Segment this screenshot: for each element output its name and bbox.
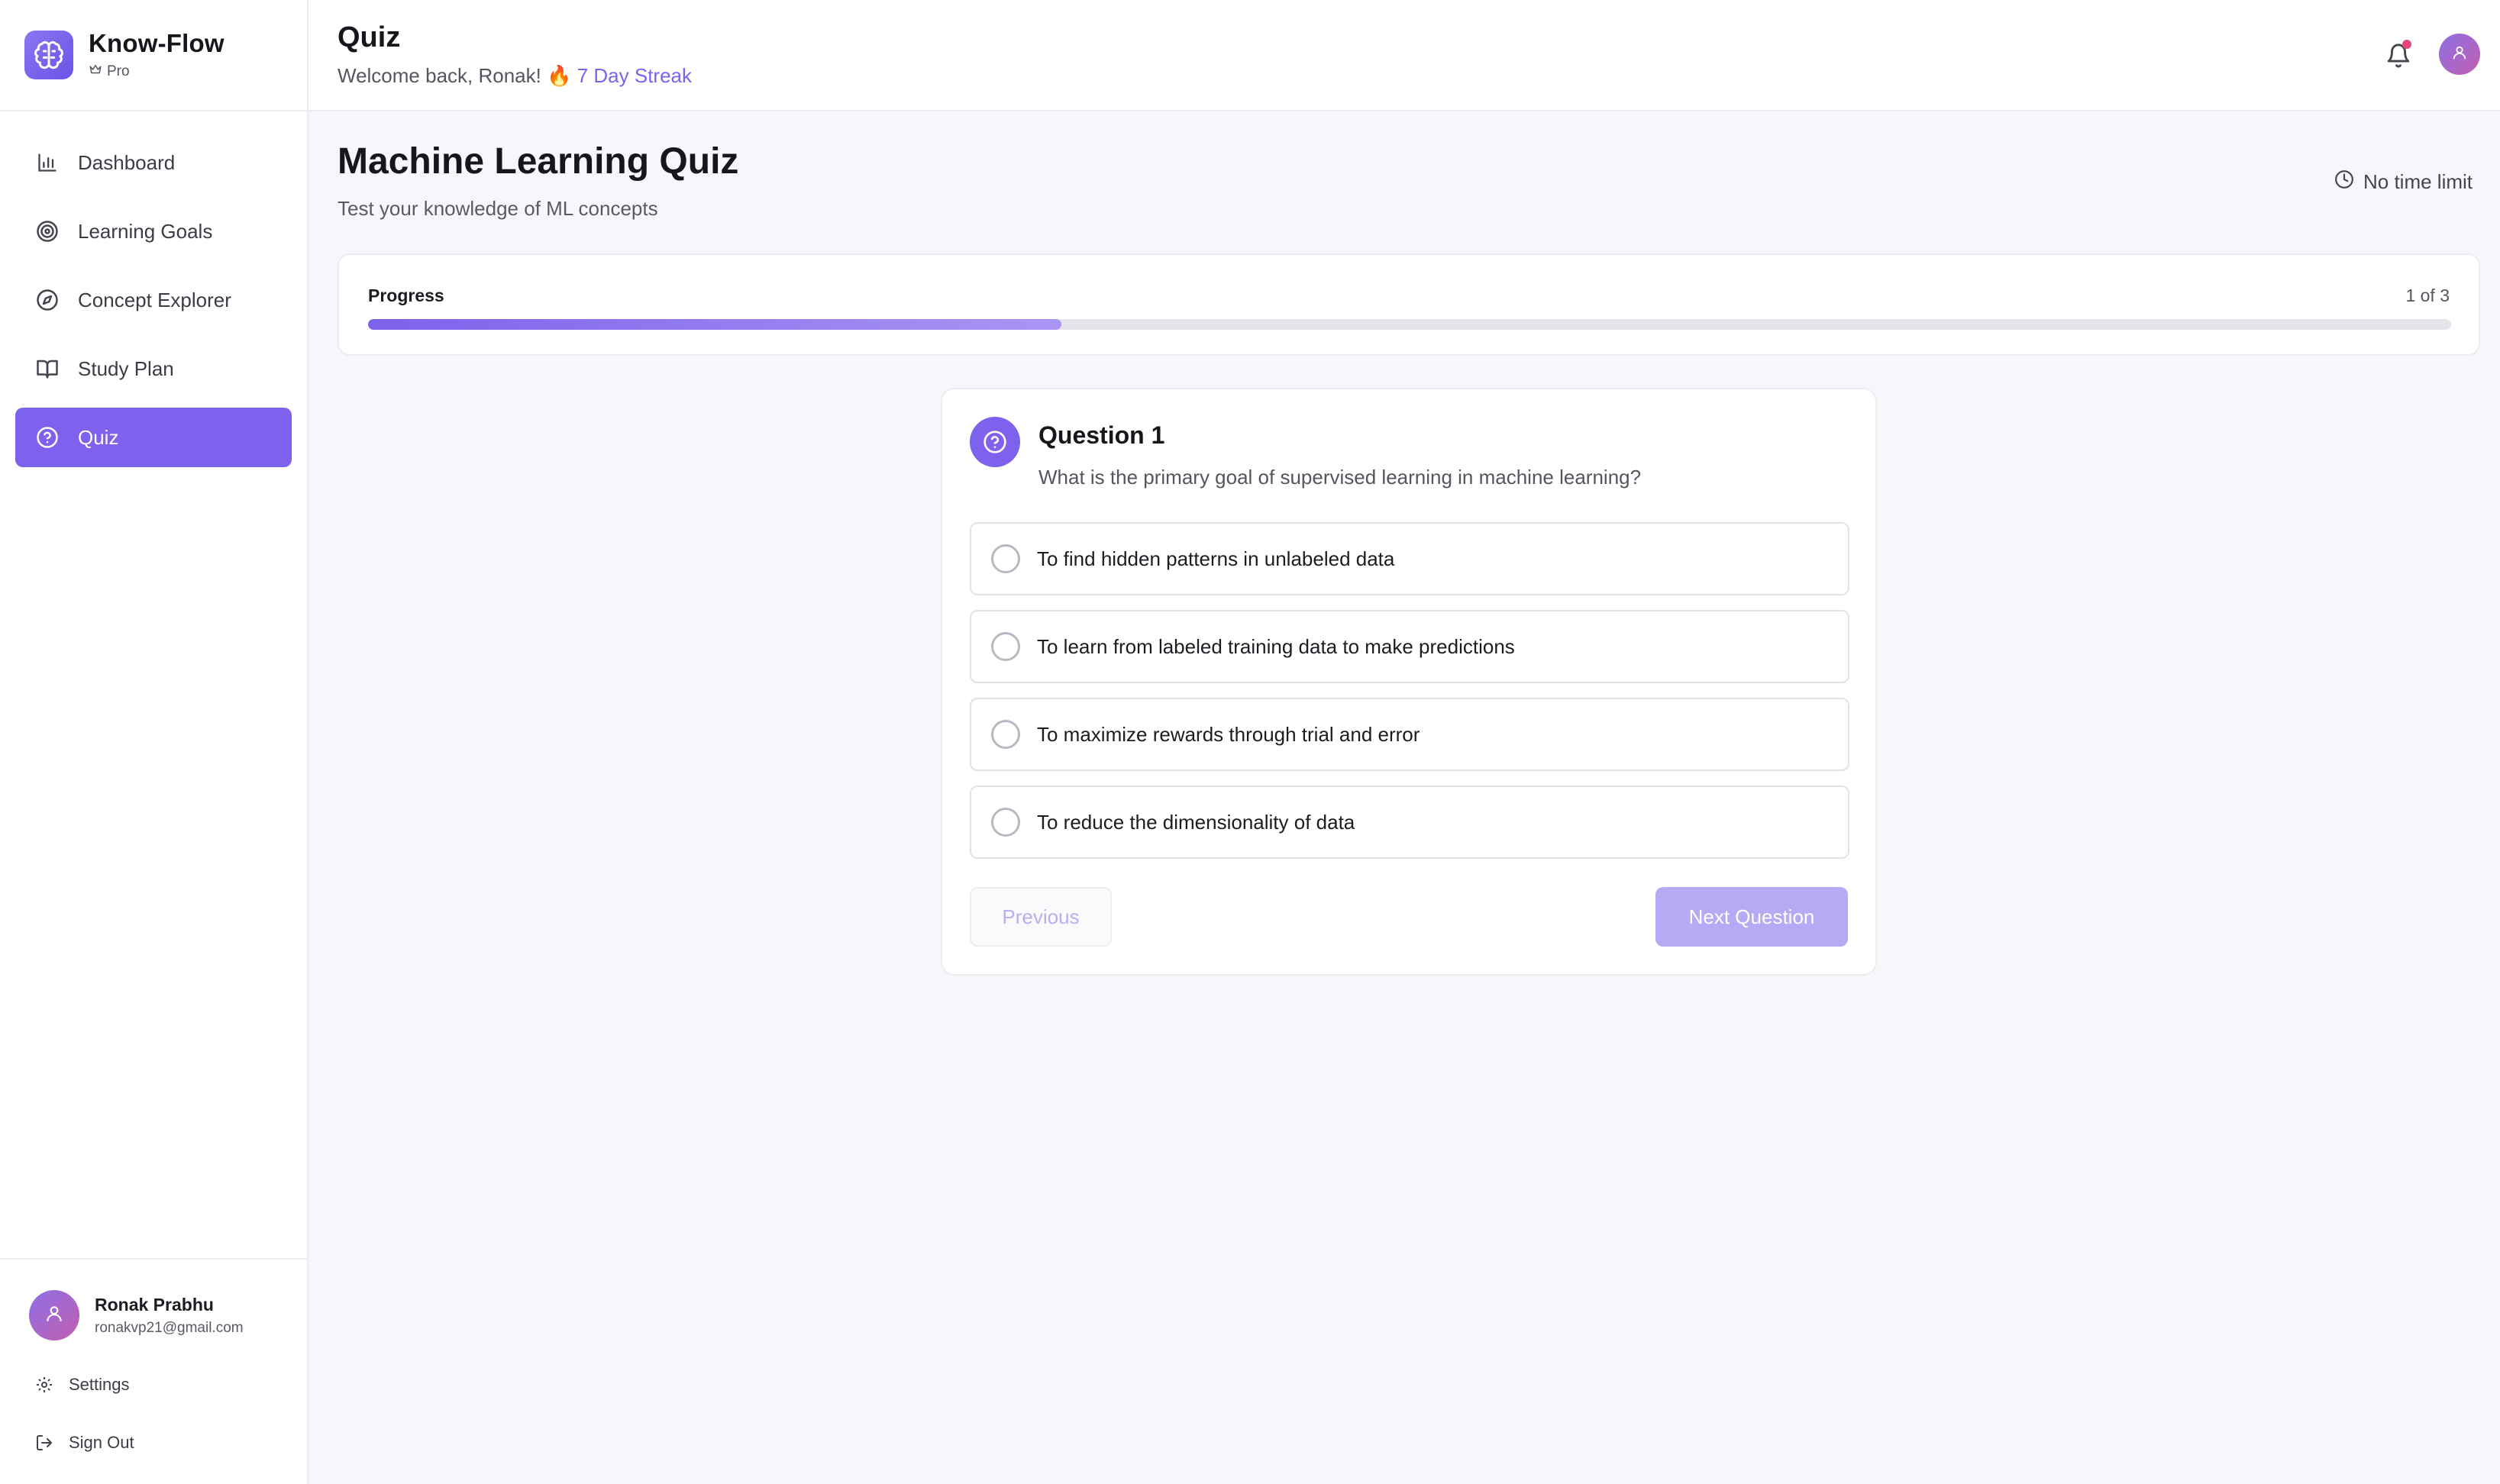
answer-options: To find hidden patterns in unlabeled dat… <box>970 522 1849 873</box>
answer-option[interactable]: To maximize rewards through trial and er… <box>970 698 1849 771</box>
clock-icon <box>2334 169 2354 195</box>
quiz-subtitle: Test your knowledge of ML concepts <box>338 197 658 220</box>
radio-button[interactable] <box>991 720 1020 749</box>
book-open-icon <box>35 356 60 381</box>
answer-option-label: To reduce the dimensionality of data <box>1037 810 1355 834</box>
next-question-button[interactable]: Next Question <box>1655 887 1848 947</box>
fire-icon: 🔥 <box>547 64 572 87</box>
sidebar-item-label: Dashboard <box>78 150 176 174</box>
sidebar-nav: Dashboard Learning Goals Concept Explore… <box>0 111 307 467</box>
progress-count: 1 of 3 <box>2405 286 2450 305</box>
question-icon <box>970 417 1020 467</box>
gear-icon <box>34 1374 55 1395</box>
brain-icon <box>24 31 73 79</box>
compass-icon <box>35 288 60 312</box>
user-icon <box>2451 44 2468 65</box>
page-title: Quiz <box>338 21 401 53</box>
user-profile[interactable]: Ronak Prabhu ronakvp21@gmail.com <box>0 1260 307 1340</box>
sidebar-item-quiz[interactable]: Quiz <box>15 408 292 467</box>
sidebar-item-study-plan[interactable]: Study Plan <box>15 339 292 398</box>
answer-option[interactable]: To reduce the dimensionality of data <box>970 786 1849 859</box>
answer-option-label: To learn from labeled training data to m… <box>1037 634 1515 658</box>
sidebar-item-learning-goals[interactable]: Learning Goals <box>15 202 292 261</box>
log-out-icon <box>34 1432 55 1453</box>
sidebar-item-label: Quiz <box>78 425 119 449</box>
avatar <box>29 1290 79 1340</box>
help-circle-icon <box>35 425 60 450</box>
question-text: What is the primary goal of supervised l… <box>1038 466 1642 489</box>
welcome-message: Welcome back, Ronak! 🔥 7 Day Streak <box>338 64 692 88</box>
top-bar: Quiz Welcome back, Ronak! 🔥 7 Day Streak <box>308 0 2500 111</box>
progress-card: Progress 1 of 3 <box>338 253 2480 356</box>
quiz-title: Machine Learning Quiz <box>338 141 739 182</box>
progress-label: Progress <box>368 286 444 305</box>
profile-avatar-button[interactable] <box>2439 34 2480 75</box>
sidebar-item-label: Study Plan <box>78 356 174 380</box>
sign-out-label: Sign Out <box>69 1433 134 1452</box>
answer-option-label: To maximize rewards through trial and er… <box>1037 722 1420 746</box>
plan-label: Pro <box>107 63 130 79</box>
sidebar-item-dashboard[interactable]: Dashboard <box>15 133 292 192</box>
settings-label: Settings <box>69 1375 130 1394</box>
sidebar: Know-Flow Pro Dashboard Learning Goals C… <box>0 0 308 1484</box>
radio-button[interactable] <box>991 808 1020 837</box>
answer-option[interactable]: To find hidden patterns in unlabeled dat… <box>970 522 1849 595</box>
time-limit-label: No time limit <box>2363 170 2473 193</box>
settings-link[interactable]: Settings <box>0 1369 307 1400</box>
question-card: Question 1 What is the primary goal of s… <box>941 388 1877 976</box>
sidebar-item-label: Learning Goals <box>78 219 213 243</box>
progress-bar <box>368 319 2451 330</box>
sidebar-footer: Ronak Prabhu ronakvp21@gmail.com Setting… <box>0 1258 307 1484</box>
radio-button[interactable] <box>991 544 1020 573</box>
welcome-text: Welcome back, Ronak! <box>338 64 541 87</box>
question-title: Question 1 <box>1038 421 1165 449</box>
radio-button[interactable] <box>991 632 1020 661</box>
sign-out-link[interactable]: Sign Out <box>0 1428 307 1458</box>
user-email: ronakvp21@gmail.com <box>95 1319 244 1336</box>
streak-badge: 7 Day Streak <box>577 64 692 87</box>
target-icon <box>35 219 60 244</box>
notification-dot <box>2402 40 2411 49</box>
notifications-button[interactable] <box>2384 40 2414 70</box>
brand[interactable]: Know-Flow Pro <box>0 0 307 111</box>
sidebar-item-concept-explorer[interactable]: Concept Explorer <box>15 270 292 330</box>
bar-chart-icon <box>35 150 60 175</box>
brand-name: Know-Flow <box>89 29 224 57</box>
previous-button[interactable]: Previous <box>970 887 1112 947</box>
user-name: Ronak Prabhu <box>95 1294 214 1315</box>
progress-bar-fill <box>368 319 1062 330</box>
time-limit: No time limit <box>2334 169 2473 195</box>
answer-option[interactable]: To learn from labeled training data to m… <box>970 610 1849 683</box>
user-icon <box>44 1304 64 1328</box>
sidebar-item-label: Concept Explorer <box>78 288 231 311</box>
plan-badge: Pro <box>89 63 224 81</box>
answer-option-label: To find hidden patterns in unlabeled dat… <box>1037 547 1395 570</box>
crown-icon <box>89 63 102 81</box>
